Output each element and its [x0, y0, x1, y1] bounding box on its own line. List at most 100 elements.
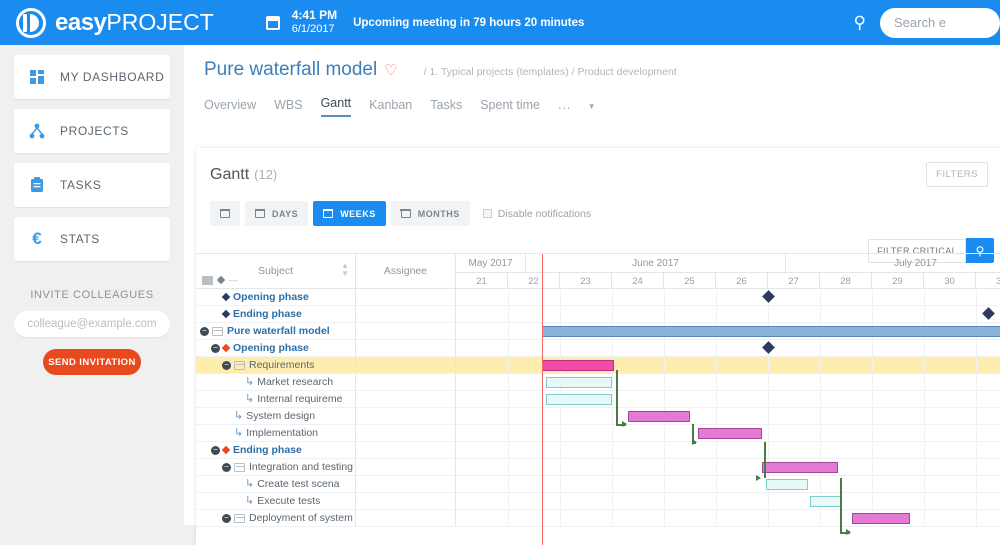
row-collapse-icon[interactable]: −	[211, 343, 220, 353]
tab-wbs[interactable]: WBS	[274, 98, 302, 117]
gantt-bar-task[interactable]	[762, 462, 838, 473]
gantt-row[interactable]: ↳ System design	[196, 408, 1000, 425]
gantt-bar-open[interactable]	[766, 479, 808, 490]
row-collapse-icon[interactable]: −	[211, 445, 220, 455]
gantt-row-assignee[interactable]	[356, 289, 456, 305]
gantt-row-assignee[interactable]	[356, 340, 456, 356]
sidebar-item-stats[interactable]: € STATS	[14, 217, 170, 261]
gantt-row-subject[interactable]: − Integration and testing	[196, 459, 356, 475]
gantt-row[interactable]: ↳ Implementation	[196, 425, 1000, 442]
gantt-row[interactable]: ↳ Create test scena	[196, 476, 1000, 493]
folder-icon[interactable]	[202, 275, 213, 285]
gantt-row-timeline[interactable]	[456, 408, 1000, 424]
column-header-subject[interactable]: Subject ▲ ▼ —	[196, 254, 356, 288]
filters-button[interactable]: FILTERS	[926, 162, 988, 187]
gantt-row-timeline[interactable]	[456, 323, 1000, 339]
gantt-row-subject[interactable]: ↳ Implementation	[196, 425, 356, 441]
gantt-row[interactable]: − Deployment of system	[196, 510, 1000, 527]
gantt-bar-summary[interactable]	[542, 326, 1000, 337]
global-search[interactable]: ⚲ Search e	[854, 7, 1000, 38]
gantt-row-timeline[interactable]	[456, 374, 1000, 390]
gantt-row-assignee[interactable]	[356, 306, 456, 322]
logo[interactable]: easy PROJECT	[16, 7, 214, 38]
gantt-row[interactable]: ↳ Execute tests	[196, 493, 1000, 510]
gantt-bar-open[interactable]	[546, 377, 612, 388]
gantt-row-subject[interactable]: − Deployment of system	[196, 510, 356, 526]
gantt-row-subject[interactable]: − Pure waterfall model	[196, 323, 356, 339]
gantt-row[interactable]: ↳ Market research	[196, 374, 1000, 391]
row-collapse-icon[interactable]: −	[222, 513, 231, 523]
invite-email-input[interactable]: colleague@example.com	[14, 311, 170, 337]
gantt-row[interactable]: − Opening phase	[196, 340, 1000, 357]
gantt-row-subject[interactable]: ↳ Execute tests	[196, 493, 356, 509]
sidebar-item-projects[interactable]: PROJECTS	[14, 109, 170, 153]
zoom-calendar-button[interactable]	[210, 201, 240, 226]
gantt-row-assignee[interactable]	[356, 476, 456, 492]
tab-overview[interactable]: Overview	[204, 98, 256, 117]
dash-icon[interactable]: —	[229, 275, 238, 285]
zoom-days-button[interactable]: DAYS	[245, 201, 309, 226]
gantt-row-timeline[interactable]	[456, 442, 1000, 458]
tab-gantt[interactable]: Gantt	[320, 96, 352, 117]
tab-tasks[interactable]: Tasks	[430, 98, 462, 117]
gantt-milestone[interactable]	[762, 290, 775, 303]
gantt-row[interactable]: − Pure waterfall model	[196, 323, 1000, 340]
row-collapse-icon[interactable]: −	[200, 326, 209, 336]
zoom-weeks-button[interactable]: WEEKS	[313, 201, 386, 226]
gantt-bar-open[interactable]	[810, 496, 842, 507]
gantt-row-timeline[interactable]	[456, 357, 1000, 373]
gantt-row-subject[interactable]: ↳ System design	[196, 408, 356, 424]
gantt-row-timeline[interactable]	[456, 476, 1000, 492]
gantt-row-timeline[interactable]	[456, 459, 1000, 475]
send-invitation-button[interactable]: SEND INVITATION	[43, 349, 141, 375]
column-header-assignee[interactable]: Assignee	[356, 254, 456, 288]
chevron-down-icon[interactable]: ▾	[589, 101, 594, 117]
gantt-row-timeline[interactable]	[456, 289, 1000, 305]
tab-more-icon[interactable]: ...	[558, 98, 571, 117]
sidebar-item-tasks[interactable]: TASKS	[14, 163, 170, 207]
gantt-row-assignee[interactable]	[356, 510, 456, 526]
gantt-row-subject[interactable]: ↳ Create test scena	[196, 476, 356, 492]
row-collapse-icon[interactable]: −	[222, 360, 231, 370]
calendar-icon[interactable]	[265, 15, 280, 30]
heart-icon[interactable]: ♡	[384, 61, 397, 79]
checkbox-icon[interactable]	[482, 209, 492, 218]
gantt-row-timeline[interactable]	[456, 391, 1000, 407]
gantt-row-timeline[interactable]	[456, 340, 1000, 356]
gantt-row-timeline[interactable]	[456, 425, 1000, 441]
sort-icon[interactable]: ▲ ▼	[341, 262, 349, 278]
gantt-row-assignee[interactable]	[356, 357, 456, 373]
gantt-row-assignee[interactable]	[356, 408, 456, 424]
gantt-row-subject[interactable]: − Ending phase	[196, 442, 356, 458]
diamond-icon[interactable]	[216, 275, 226, 285]
gantt-row-assignee[interactable]	[356, 459, 456, 475]
gantt-row-subject[interactable]: − Opening phase	[196, 340, 356, 356]
gantt-row[interactable]: Ending phase	[196, 306, 1000, 323]
gantt-row-subject[interactable]: − Requirements	[196, 357, 356, 373]
gantt-bar-task[interactable]	[698, 428, 762, 439]
gantt-row-assignee[interactable]	[356, 374, 456, 390]
gantt-bar-task[interactable]	[628, 411, 690, 422]
gantt-row[interactable]: − Requirements	[196, 357, 1000, 374]
gantt-row-subject[interactable]: ↳ Internal requireme	[196, 391, 356, 407]
search-icon[interactable]: ⚲	[854, 13, 866, 33]
tree-controls[interactable]: —	[202, 275, 238, 285]
gantt-row-assignee[interactable]	[356, 442, 456, 458]
zoom-months-button[interactable]: MONTHS	[390, 201, 470, 226]
breadcrumb[interactable]: / 1. Typical projects (templates) / Prod…	[424, 66, 677, 78]
gantt-bar-open[interactable]	[546, 394, 612, 405]
row-collapse-icon[interactable]: −	[222, 462, 231, 472]
sidebar-item-my-dashboard[interactable]: MY DASHBOARD	[14, 55, 170, 99]
gantt-row[interactable]: − Ending phase	[196, 442, 1000, 459]
gantt-milestone[interactable]	[762, 341, 775, 354]
gantt-row-timeline[interactable]	[456, 306, 1000, 322]
gantt-milestone[interactable]	[982, 307, 995, 320]
gantt-bar-task[interactable]	[852, 513, 910, 524]
gantt-row-assignee[interactable]	[356, 391, 456, 407]
disable-notifications-toggle[interactable]: Disable notifications	[482, 208, 591, 220]
gantt-row-timeline[interactable]	[456, 493, 1000, 509]
gantt-row[interactable]: ↳ Internal requireme	[196, 391, 1000, 408]
gantt-row-timeline[interactable]	[456, 510, 1000, 526]
gantt-row-subject[interactable]: ↳ Market research	[196, 374, 356, 390]
tab-spent-time[interactable]: Spent time	[480, 98, 540, 117]
